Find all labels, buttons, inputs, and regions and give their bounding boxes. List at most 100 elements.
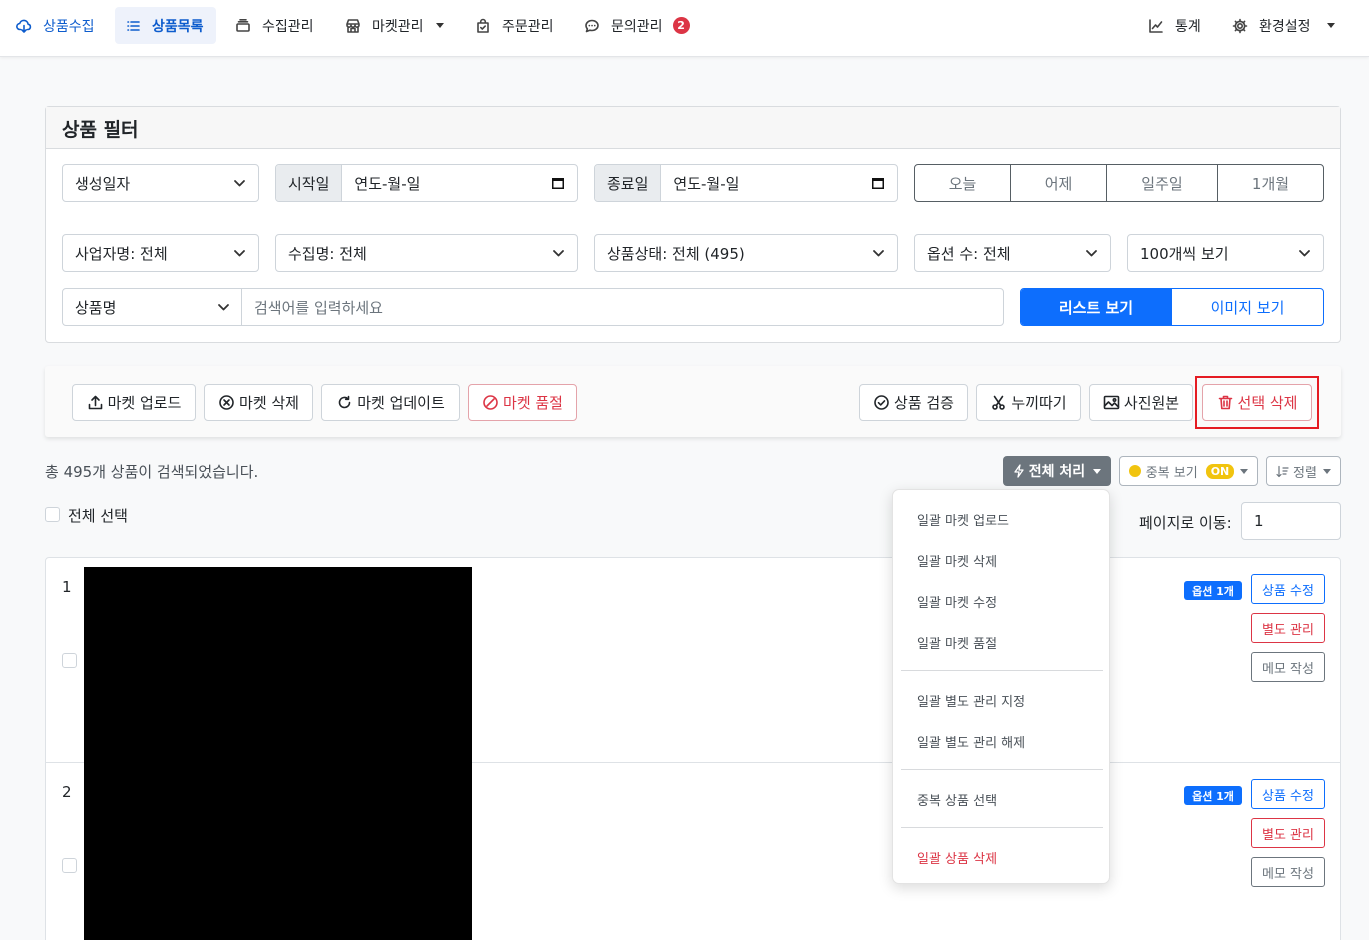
list-view-button[interactable]: 리스트 보기 — [1021, 289, 1172, 325]
shop-icon — [345, 18, 361, 34]
list-icon — [125, 18, 141, 34]
bulk-process-button[interactable]: 전체 처리 — [1003, 456, 1111, 486]
search-field-value: 상품명 — [75, 298, 117, 317]
filter-title: 상품 필터 — [46, 107, 1340, 149]
menu-divider — [901, 769, 1103, 770]
nav-item-collection-manage[interactable]: 수집관리 — [225, 7, 324, 44]
image-view-button[interactable]: 이미지 보기 — [1172, 289, 1323, 325]
sort-button[interactable]: 정렬 — [1266, 456, 1341, 486]
start-date-value: 연도-월-일 — [354, 174, 421, 193]
product-list: 1 옵션 1개 상품 수정 별도 관리 메모 작성 2 옵션 1개 상품 수정 … — [45, 557, 1341, 940]
calendar-icon[interactable] — [551, 176, 565, 190]
status-select[interactable]: 상품상태: 전체 (495) — [594, 234, 898, 272]
edit-product-button[interactable]: 상품 수정 — [1251, 779, 1325, 809]
lightning-icon — [1013, 464, 1025, 478]
chevron-down-icon — [1093, 468, 1102, 474]
button-label: 마켓 업데이트 — [357, 394, 445, 412]
edit-product-button[interactable]: 상품 수정 — [1251, 574, 1325, 604]
calendar-icon[interactable] — [871, 176, 885, 190]
refresh-icon — [336, 394, 353, 411]
menu-item-bulk-upload[interactable]: 일괄 마켓 업로드 — [917, 510, 1009, 529]
page-number-input[interactable]: 1 — [1241, 502, 1341, 540]
chevron-down-icon — [1326, 23, 1335, 28]
nav-item-label: 문의관리 — [611, 18, 663, 35]
market-delete-button[interactable]: 마켓 삭제 — [204, 384, 313, 421]
option-count-select[interactable]: 옵션 수: 전체 — [914, 234, 1111, 272]
start-date-input[interactable]: 연도-월-일 — [342, 165, 577, 201]
range-week-button[interactable]: 일주일 — [1107, 165, 1218, 201]
menu-item-bulk-soldout[interactable]: 일괄 마켓 품절 — [917, 633, 997, 652]
collection-value: 수집명: 전체 — [288, 244, 367, 263]
nav-item-collect[interactable]: 상품수집 — [6, 7, 105, 44]
business-value: 사업자명: 전체 — [75, 244, 168, 263]
top-navbar: 상품수집 상품목록 수집관리 마켓관리 주문관리 문의관리 2 통계 환경설정 — [0, 0, 1369, 57]
date-type-select[interactable]: 생성일자 — [62, 164, 259, 202]
menu-item-separate-release[interactable]: 일괄 별도 관리 해제 — [917, 732, 1025, 751]
separate-manage-button[interactable]: 별도 관리 — [1251, 613, 1325, 643]
cutout-button[interactable]: 누끼따기 — [976, 384, 1081, 421]
menu-divider — [901, 670, 1103, 671]
range-today-button[interactable]: 오늘 — [915, 165, 1011, 201]
market-upload-button[interactable]: 마켓 업로드 — [72, 384, 196, 421]
chevron-down-icon — [233, 178, 246, 188]
chevron-down-icon — [552, 248, 565, 258]
sort-icon — [1276, 465, 1289, 478]
duplicate-state-badge: ON — [1205, 463, 1235, 479]
product-image[interactable] — [84, 763, 472, 940]
per-page-select[interactable]: 100개씩 보기 — [1127, 234, 1324, 272]
search-field-select[interactable]: 상품명 — [62, 288, 243, 326]
select-all-checkbox[interactable] — [45, 507, 60, 522]
end-date-input[interactable]: 연도-월-일 — [661, 165, 897, 201]
write-memo-button[interactable]: 메모 작성 — [1251, 857, 1325, 887]
menu-item-bulk-delete[interactable]: 일괄 마켓 삭제 — [917, 551, 997, 570]
highlight-box — [1195, 376, 1319, 429]
button-label: 중복 보기 — [1145, 465, 1198, 481]
menu-item-bulk-edit[interactable]: 일괄 마켓 수정 — [917, 592, 997, 611]
nav-item-label: 마켓관리 — [372, 18, 424, 35]
business-select[interactable]: 사업자명: 전체 — [62, 234, 259, 272]
result-count: 총 495개 상품이 검색되었습니다. — [45, 463, 259, 481]
nav-item-statistics[interactable]: 통계 — [1138, 7, 1211, 44]
nav-item-label: 통계 — [1175, 18, 1201, 35]
chevron-down-icon — [1240, 468, 1249, 474]
nav-item-label: 주문관리 — [502, 18, 554, 35]
nav-item-order-manage[interactable]: 주문관리 — [465, 7, 564, 44]
inquiry-count-badge: 2 — [672, 17, 690, 34]
button-label: 상품 검증 — [894, 394, 954, 412]
product-checkbox[interactable] — [62, 858, 77, 873]
write-memo-button[interactable]: 메모 작성 — [1251, 652, 1325, 682]
nav-item-inquiry-manage[interactable]: 문의관리 2 — [574, 7, 700, 44]
verify-product-button[interactable]: 상품 검증 — [859, 384, 968, 421]
nav-item-product-list[interactable]: 상품목록 — [115, 7, 216, 44]
button-label: 마켓 삭제 — [239, 394, 299, 412]
nav-item-market-manage[interactable]: 마켓관리 — [335, 7, 454, 44]
separate-manage-button[interactable]: 별도 관리 — [1251, 818, 1325, 848]
nav-item-settings[interactable]: 환경설정 — [1222, 7, 1345, 44]
duplicate-view-toggle[interactable]: 중복 보기 ON — [1119, 456, 1258, 486]
cloud-download-icon — [16, 18, 32, 34]
page-number-value: 1 — [1254, 512, 1264, 530]
market-update-button[interactable]: 마켓 업데이트 — [321, 384, 460, 421]
chevron-down-icon — [1322, 468, 1331, 474]
menu-item-select-duplicates[interactable]: 중복 상품 선택 — [917, 790, 997, 809]
scissors-icon — [990, 394, 1007, 411]
quick-range-group: 오늘 어제 일주일 1개월 — [914, 164, 1324, 202]
product-number: 1 — [62, 578, 72, 596]
product-checkbox[interactable] — [62, 653, 77, 668]
product-image[interactable] — [84, 567, 472, 763]
start-date-group: 시작일 연도-월-일 — [275, 164, 578, 202]
date-type-value: 생성일자 — [75, 174, 131, 193]
menu-item-bulk-product-delete[interactable]: 일괄 상품 삭제 — [917, 848, 997, 867]
bulk-process-menu: 일괄 마켓 업로드 일괄 마켓 삭제 일괄 마켓 수정 일괄 마켓 품절 일괄 … — [892, 489, 1110, 884]
option-count-badge: 옵션 1개 — [1184, 581, 1242, 600]
nav-item-label: 상품수집 — [43, 18, 95, 35]
range-yesterday-button[interactable]: 어제 — [1011, 165, 1107, 201]
chevron-down-icon — [435, 23, 444, 28]
market-soldout-button[interactable]: 마켓 품절 — [468, 384, 577, 421]
search-input[interactable]: 검색어를 입력하세요 — [241, 288, 1004, 326]
button-label: 마켓 품절 — [503, 394, 563, 412]
original-photo-button[interactable]: 사진원본 — [1089, 384, 1193, 421]
range-month-button[interactable]: 1개월 — [1218, 165, 1323, 201]
collection-select[interactable]: 수집명: 전체 — [275, 234, 578, 272]
menu-item-separate-assign[interactable]: 일괄 별도 관리 지정 — [917, 691, 1025, 710]
